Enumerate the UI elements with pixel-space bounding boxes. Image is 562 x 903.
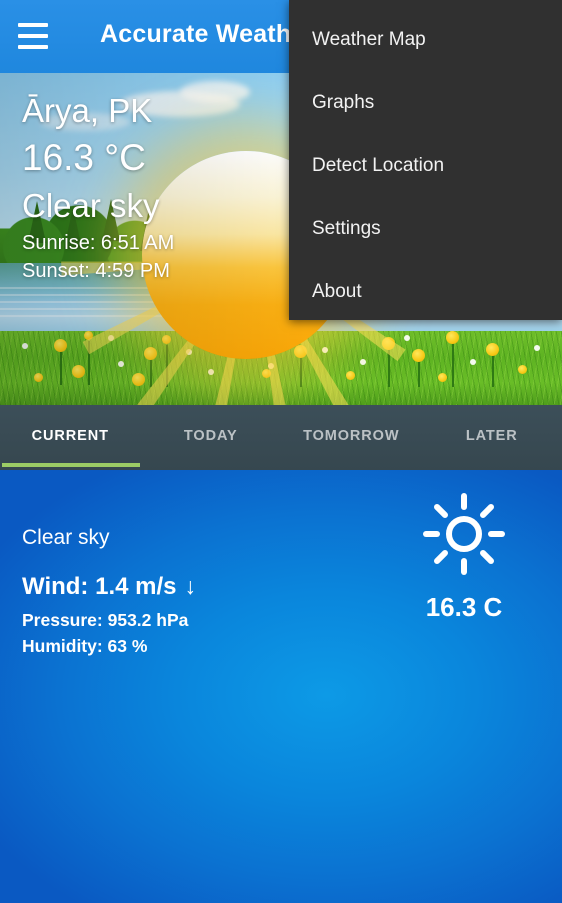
menu-item-detect-location[interactable]: Detect Location	[289, 134, 562, 197]
current-pressure: Pressure: 953.2 hPa	[22, 610, 189, 630]
sun-icon	[423, 493, 505, 575]
current-temperature: 16.3 C	[425, 592, 503, 622]
active-tab-indicator	[2, 463, 140, 467]
menu-item-settings[interactable]: Settings	[289, 197, 562, 260]
tab-current[interactable]: CURRENT	[0, 428, 141, 444]
hamburger-bar	[18, 45, 48, 49]
hamburger-menu-icon[interactable]	[18, 23, 48, 49]
tab-bar: CURRENT TODAY TOMORROW LATER	[0, 405, 562, 470]
tab-tomorrow[interactable]: TOMORROW	[281, 428, 422, 444]
wind-direction-arrow-icon: ↓	[184, 573, 196, 599]
app-title: Accurate Weather	[100, 20, 316, 48]
hero-sunset: Sunset: 4:59 PM	[22, 260, 170, 282]
current-wind-value: Wind: 1.4 m/s	[22, 573, 177, 600]
hero-temperature: 16.3 °C	[22, 137, 146, 178]
hamburger-bar	[18, 23, 48, 27]
current-humidity: Humidity: 63 %	[22, 636, 148, 656]
hero-condition: Clear sky	[22, 187, 160, 224]
menu-item-weather-map[interactable]: Weather Map	[289, 8, 562, 71]
overflow-menu: Weather Map Graphs Detect Location Setti…	[289, 0, 562, 320]
hero-sunrise: Sunrise: 6:51 AM	[22, 232, 175, 254]
menu-item-about[interactable]: About	[289, 260, 562, 323]
hero-text-block: Ārya, PK 16.3 °C Clear sky Sunrise: 6:51…	[22, 89, 174, 285]
current-weather-panel: Clear sky Wind: 1.4 m/s ↓ Pressure: 953.2…	[0, 470, 562, 903]
current-condition: Clear sky	[22, 526, 110, 549]
tab-list: CURRENT TODAY TOMORROW LATER	[0, 405, 562, 466]
current-wind: Wind: 1.4 m/s ↓	[22, 570, 196, 603]
current-details-block: Clear sky Wind: 1.4 m/s ↓ Pressure: 953.2…	[22, 522, 196, 659]
current-summary-block: 16.3 C	[394, 492, 534, 623]
hero-city-name: Ārya, PK	[22, 92, 153, 129]
tab-today[interactable]: TODAY	[141, 428, 282, 444]
menu-item-graphs[interactable]: Graphs	[289, 71, 562, 134]
weather-app-screen: Accurate Weather Ārya, PK 16.3 °C Clear …	[0, 0, 562, 903]
tab-later[interactable]: LATER	[422, 428, 562, 444]
hamburger-bar	[18, 34, 48, 38]
